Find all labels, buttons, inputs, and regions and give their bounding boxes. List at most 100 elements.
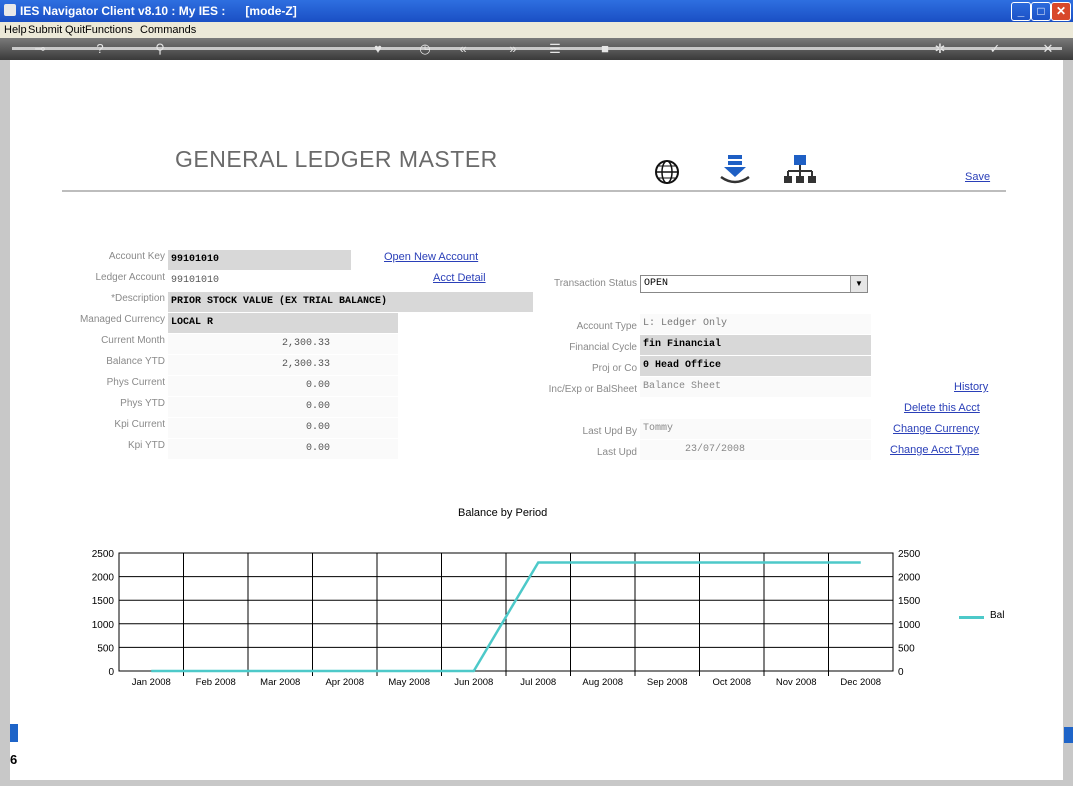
key-icon[interactable]: ⊸	[30, 40, 50, 58]
check-icon[interactable]: ✓	[985, 40, 1005, 58]
x-tick-label: Jun 2008	[454, 677, 493, 688]
menu-functions[interactable]: Functions	[85, 24, 133, 36]
ledger-account-label: Ledger Account	[95, 272, 166, 283]
menu-bar: Help Submit Quit Functions Commands	[0, 22, 1073, 38]
y-tick-label-right: 1500	[898, 596, 921, 607]
help-icon[interactable]: ?	[90, 40, 110, 58]
account-type-field: L: Ledger Only	[640, 314, 871, 334]
transaction-status-label: Transaction Status	[553, 278, 637, 289]
chevron-down-icon[interactable]: ▼	[850, 276, 867, 292]
kpi-ytd-label: Kpi YTD	[127, 440, 165, 451]
page-title: GENERAL LEDGER MASTER	[175, 146, 498, 172]
save-link[interactable]: Save	[965, 171, 990, 183]
list-icon[interactable]: ☰	[545, 40, 565, 58]
financial-cycle-field[interactable]: fin Financial	[640, 335, 871, 355]
change-acct-type-link[interactable]: Change Acct Type	[890, 444, 979, 456]
last-upd-by-label: Last Upd By	[582, 426, 637, 437]
financial-cycle-label: Financial Cycle	[569, 342, 637, 353]
left-strip	[0, 60, 10, 786]
y-tick-label-left: 1000	[92, 620, 115, 631]
bottom-strip	[0, 780, 1073, 786]
cancel-icon[interactable]: ✕	[1038, 40, 1058, 58]
kpi-current-label: Kpi Current	[114, 419, 165, 430]
inc-exp-field: Balance Sheet	[640, 377, 871, 397]
transaction-status-select[interactable]: OPEN ▼	[640, 275, 868, 293]
inc-exp-label: Inc/Exp or BalSheet	[548, 384, 637, 395]
ledger-account-field: 99101010	[168, 271, 351, 291]
close-button[interactable]: ✕	[1051, 2, 1071, 21]
balance-chart: 0 0 500 500 1000 1000 1500 1500 2000 2000 2500 2500…	[92, 550, 921, 688]
hierarchy-icon[interactable]	[783, 153, 817, 187]
open-new-account-link[interactable]: Open New Account	[384, 251, 478, 263]
proj-or-co-label: Proj or Co	[591, 363, 637, 374]
app-icon	[4, 4, 16, 16]
proj-or-co-field[interactable]: 0 Head Office	[640, 356, 871, 376]
y-tick-label-left: 1500	[92, 596, 115, 607]
transaction-status-value: OPEN	[644, 278, 669, 289]
side-tab-label: 6	[10, 752, 18, 767]
balance-ytd-label: Balance YTD	[106, 356, 165, 367]
kpi-current-field: 0.00	[168, 418, 398, 438]
current-month-label: Current Month	[101, 335, 165, 346]
title-bar: IES Navigator Client v8.10 : My IES : [m…	[0, 0, 1073, 22]
minimize-button[interactable]: _	[1011, 2, 1031, 21]
x-tick-label: Jan 2008	[132, 677, 171, 688]
x-tick-label: Aug 2008	[582, 677, 623, 688]
menu-commands[interactable]: Commands	[140, 24, 196, 36]
account-key-label: Account Key	[108, 251, 165, 262]
x-tick-label: May 2008	[388, 677, 430, 688]
maximize-button[interactable]: □	[1031, 2, 1051, 21]
x-tick-label: Apr 2008	[325, 677, 364, 688]
change-currency-link[interactable]: Change Currency	[893, 423, 979, 435]
menu-help[interactable]: Help	[4, 24, 27, 36]
balance-ytd-field: 2,300.33	[168, 355, 398, 375]
x-tick-label: Sep 2008	[647, 677, 688, 688]
menu-quit[interactable]: Quit	[65, 24, 85, 36]
stop-icon[interactable]: ■	[595, 40, 615, 58]
description-field[interactable]: PRIOR STOCK VALUE (EX TRIAL BALANCE)	[168, 292, 533, 312]
last-upd-by-field: Tommy	[640, 419, 871, 439]
legend-label: Bal	[990, 610, 1005, 621]
legend-swatch	[959, 616, 984, 619]
download-icon[interactable]	[718, 153, 752, 187]
x-tick-label: Jul 2008	[520, 677, 556, 688]
x-tick-label: Nov 2008	[776, 677, 817, 688]
rewind-icon[interactable]: «	[453, 40, 473, 58]
side-tab[interactable]	[10, 724, 18, 742]
last-upd-label: Last Upd	[596, 447, 637, 458]
right-side-tab[interactable]	[1064, 727, 1073, 743]
x-tick-label: Feb 2008	[196, 677, 236, 688]
globe-icon[interactable]	[653, 158, 683, 188]
y-tick-label-left: 2000	[92, 573, 115, 584]
y-tick-label-right: 1000	[898, 620, 921, 631]
account-type-label: Account Type	[576, 321, 637, 332]
chart-title: Balance by Period	[458, 507, 548, 519]
phys-ytd-field: 0.00	[168, 397, 398, 417]
search-icon[interactable]: ⚲	[150, 40, 170, 58]
phys-ytd-label: Phys YTD	[120, 398, 165, 409]
y-tick-label-left: 500	[97, 643, 114, 654]
acct-detail-link[interactable]: Acct Detail	[433, 272, 486, 284]
history-link[interactable]: History	[954, 381, 988, 393]
last-upd-field: 23/07/2008	[640, 440, 871, 460]
y-tick-label-left: 2500	[92, 550, 115, 560]
delete-acct-link[interactable]: Delete this Acct	[904, 402, 980, 414]
current-month-field: 2,300.33	[168, 334, 398, 354]
y-tick-label-left: 0	[108, 667, 114, 678]
window-title: IES Navigator Client v8.10 : My IES : [m…	[20, 4, 297, 18]
heart-icon[interactable]: ♥	[368, 40, 388, 58]
x-tick-label: Mar 2008	[260, 677, 300, 688]
x-tick-label: Oct 2008	[712, 677, 751, 688]
managed-currency-field[interactable]: LOCAL R	[168, 313, 398, 333]
y-tick-label-right: 2500	[898, 550, 921, 560]
menu-submit[interactable]: Submit	[28, 24, 62, 36]
y-tick-label-right: 500	[898, 643, 915, 654]
settings-icon[interactable]: ✲	[930, 40, 950, 58]
forward-icon[interactable]: »	[503, 40, 523, 58]
account-key-field[interactable]: 99101010	[168, 250, 351, 270]
header-divider	[62, 190, 1006, 192]
phys-current-label: Phys Current	[106, 377, 165, 388]
phys-current-field: 0.00	[168, 376, 398, 396]
clock-icon[interactable]: ◷	[415, 40, 435, 58]
y-tick-label-right: 0	[898, 667, 904, 678]
